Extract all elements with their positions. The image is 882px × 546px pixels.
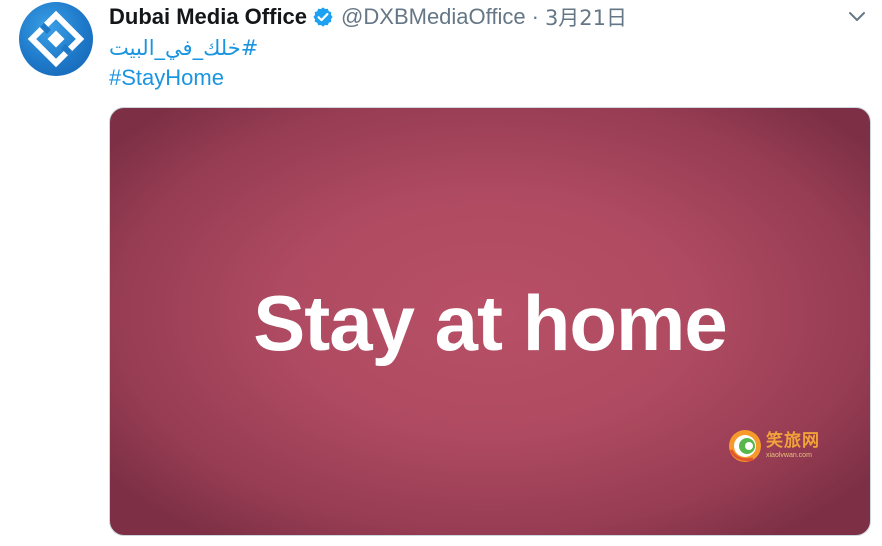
media-title-text: Stay at home	[253, 279, 727, 367]
chevron-down-icon[interactable]	[846, 6, 868, 28]
hashtag-link-arabic[interactable]: #خلك_في_البيت	[109, 34, 258, 63]
tweet-text: #خلك_في_البيت #StayHome	[109, 34, 258, 92]
verified-badge-icon	[312, 6, 334, 28]
author-name[interactable]: Dubai Media Office	[109, 4, 307, 30]
separator-dot: ·	[531, 4, 539, 29]
dubai-media-office-logo-icon	[27, 10, 85, 68]
author-handle[interactable]: @DXBMediaOffice	[341, 4, 526, 30]
avatar[interactable]	[19, 2, 93, 76]
swirl-logo-icon	[729, 430, 761, 462]
watermark-url: xiaolvwan.com	[766, 452, 812, 459]
tweet-header: Dubai Media Office @DXBMediaOffice · 3月2…	[109, 2, 627, 32]
watermark-name: 笑旅网	[766, 431, 820, 451]
tweet-media-image[interactable]: Stay at home 笑旅网 xiaolvwan.com	[109, 107, 871, 536]
hashtag-link-stayhome[interactable]: #StayHome	[109, 63, 258, 92]
tweet: Dubai Media Office @DXBMediaOffice · 3月2…	[0, 0, 882, 546]
tweet-date[interactable]: 3月21日	[545, 2, 627, 32]
watermark: 笑旅网 xiaolvwan.com	[727, 428, 820, 464]
